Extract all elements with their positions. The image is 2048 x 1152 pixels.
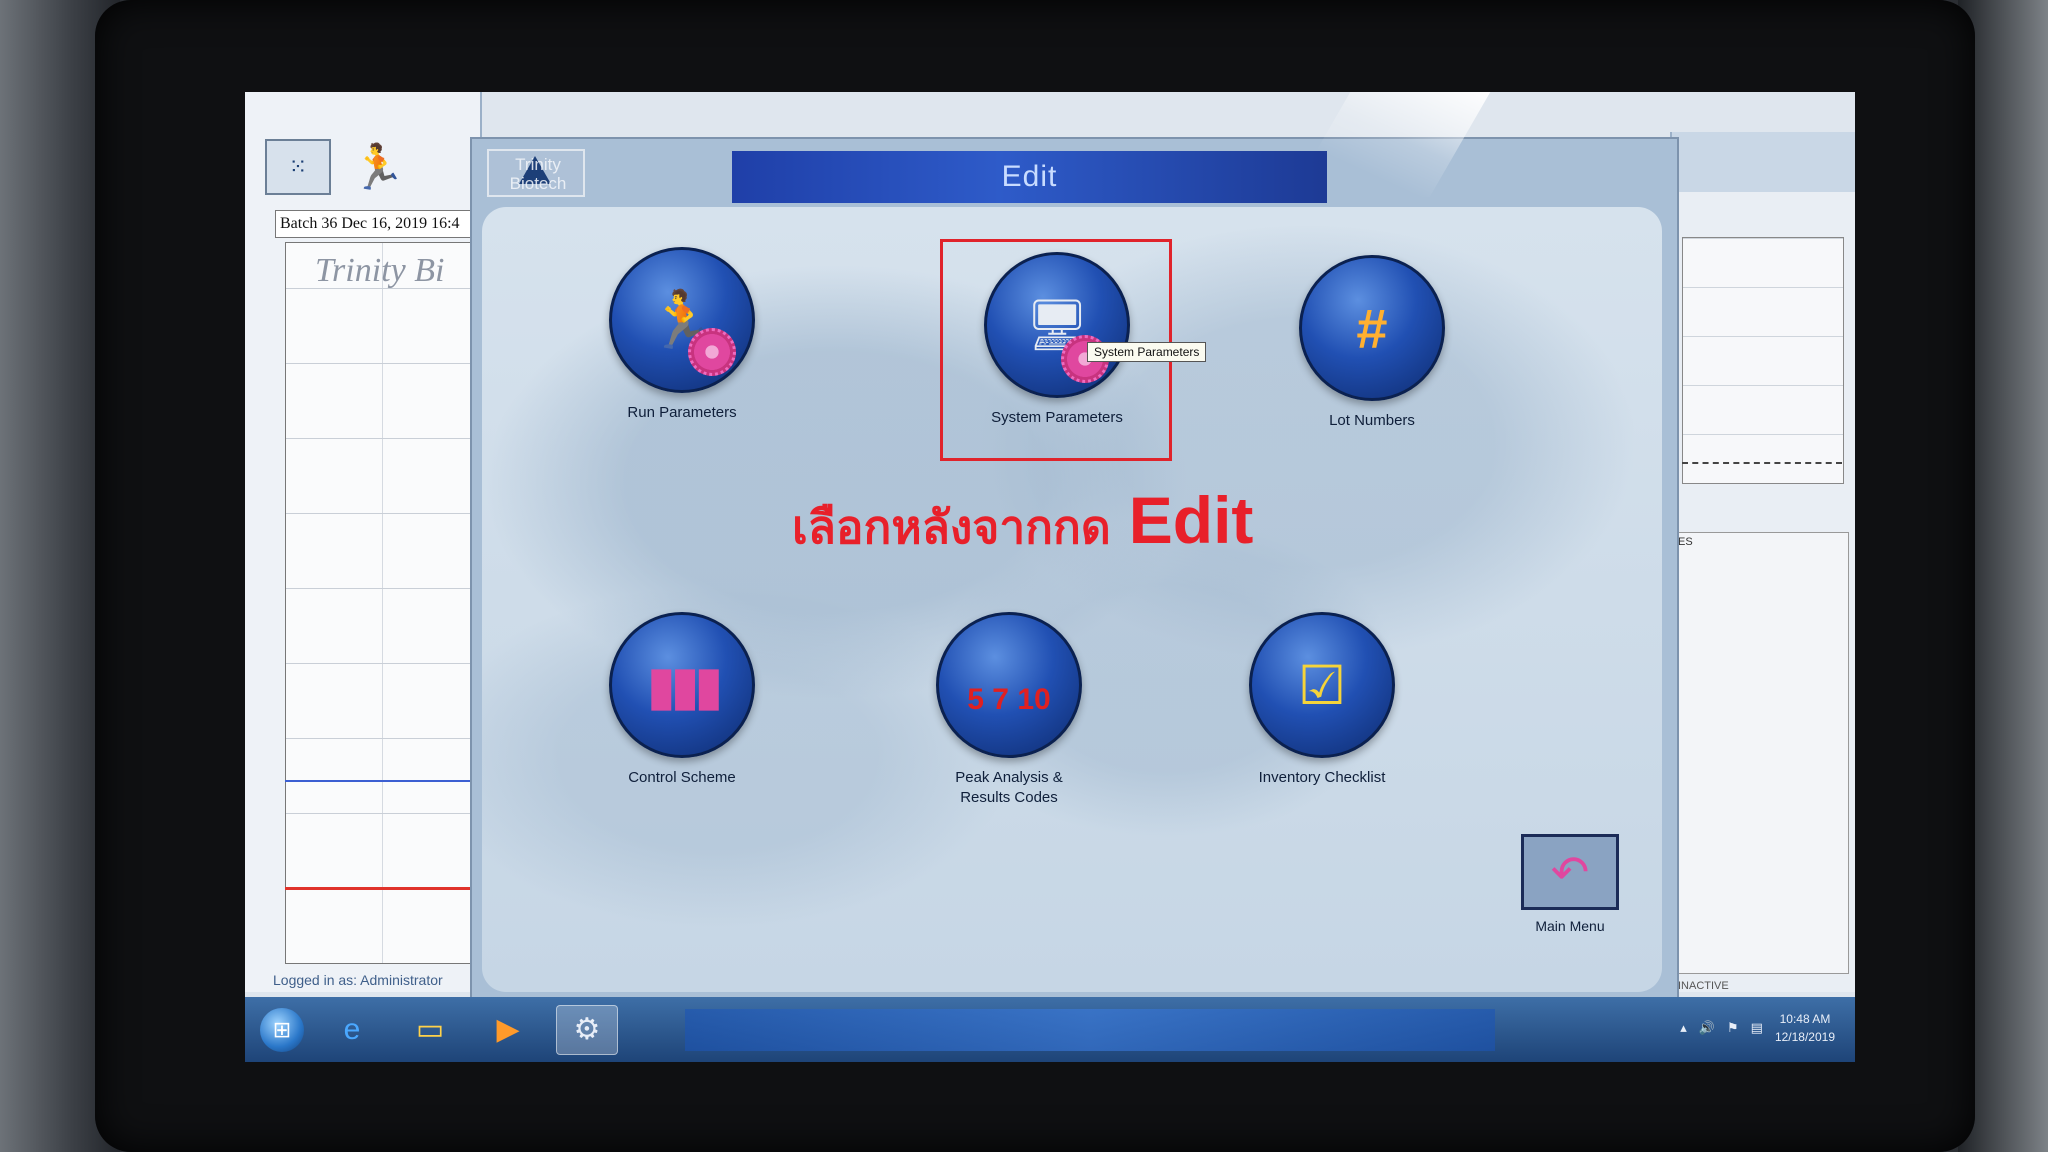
logged-in-status: Logged in as: Administrator bbox=[273, 972, 443, 988]
inventory-checklist-tile[interactable]: ☑ Inventory Checklist bbox=[1227, 612, 1417, 788]
file-explorer-icon[interactable]: ▭ bbox=[400, 1006, 460, 1054]
control-scheme-label: Control Scheme bbox=[628, 769, 736, 786]
brand-watermark: Trinity Bi bbox=[315, 252, 445, 289]
lot-numbers-icon: # bbox=[1299, 255, 1445, 401]
edit-options-panel: 🏃 Run Parameters 🖥 System Parameters # L… bbox=[482, 207, 1662, 992]
media-player-icon[interactable]: ▶ bbox=[478, 1006, 538, 1054]
dialog-title: Edit bbox=[1001, 160, 1058, 193]
control-scheme-tile[interactable]: ▮▮▮ Control Scheme bbox=[587, 612, 777, 788]
dialog-title-bar: Edit bbox=[732, 151, 1327, 203]
main-menu-label: Main Menu bbox=[1535, 918, 1605, 934]
network-icon[interactable]: ▤ bbox=[1751, 1020, 1763, 1036]
run-icon[interactable]: 🏃 bbox=[347, 141, 409, 193]
screen: ⁙ 🏃 Batch 36 Dec 16, 2019 16:4 Trinity B… bbox=[245, 92, 1855, 1062]
return-arrow-icon: ↶ bbox=[1550, 846, 1590, 898]
background-toolbar: ⁙ 🏃 bbox=[265, 132, 475, 202]
background-app-window: ⁙ 🏃 Batch 36 Dec 16, 2019 16:4 Trinity B… bbox=[245, 92, 486, 992]
taskbar-blue-strip bbox=[685, 1009, 1495, 1051]
clock-date: 12/18/2019 bbox=[1774, 1030, 1835, 1044]
logo-text: Trinity Biotech bbox=[509, 155, 567, 193]
tray-up-arrow-icon[interactable]: ▴ bbox=[1680, 1020, 1687, 1036]
taskbar-clock[interactable]: 10:48 AM 12/18/2019 bbox=[1775, 1010, 1835, 1046]
clock-time: 10:48 AM bbox=[1779, 1012, 1831, 1026]
main-menu-icon: ↶ bbox=[1521, 834, 1619, 910]
lot-numbers-tile[interactable]: # Lot Numbers bbox=[1277, 255, 1467, 431]
annotation-thai-text: เลือกหลังจากกด bbox=[792, 500, 1111, 554]
main-menu-button[interactable]: ↶ Main Menu bbox=[1510, 834, 1630, 934]
chart-line-blue bbox=[285, 780, 480, 782]
run-parameters-icon: 🏃 bbox=[609, 247, 755, 393]
windows-taskbar: ⊞ e ▭ ▶ ⚙ ▴ 🔊 ⚑ ▤ 10:48 AM 12/18/2019 bbox=[245, 997, 1855, 1062]
background-right-panel: ES INACTIVE bbox=[1670, 132, 1855, 992]
system-parameters-tooltip: System Parameters bbox=[1087, 342, 1207, 362]
annotation-edit-text: Edit bbox=[1128, 483, 1254, 557]
peak-analysis-tile[interactable]: 5 7 10 Peak Analysis & Results Codes bbox=[914, 612, 1104, 808]
peak-analysis-label: Peak Analysis & Results Codes bbox=[955, 769, 1063, 806]
grid-tool-icon[interactable]: ⁙ bbox=[265, 139, 331, 195]
gear-icon bbox=[688, 328, 736, 376]
inventory-checklist-label: Inventory Checklist bbox=[1258, 769, 1386, 786]
right-panel-dashed-line bbox=[1682, 462, 1842, 464]
right-panel-header bbox=[1672, 132, 1855, 192]
volume-icon[interactable]: 🔊 bbox=[1699, 1020, 1715, 1036]
control-scheme-icon: ▮▮▮ bbox=[609, 612, 755, 758]
run-parameters-tile[interactable]: 🏃 Run Parameters bbox=[587, 247, 777, 423]
batch-label: Batch 36 Dec 16, 2019 16:4 bbox=[275, 210, 486, 238]
trinity-app-taskbar-icon[interactable]: ⚙ bbox=[556, 1004, 618, 1055]
trinity-biotech-logo: Trinity Biotech bbox=[487, 149, 585, 197]
run-parameters-label: Run Parameters bbox=[627, 404, 737, 421]
edit-dialog: Trinity Biotech Edit 🏃 Run Parameters 🖥 bbox=[470, 137, 1679, 1011]
start-button[interactable]: ⊞ bbox=[260, 1007, 304, 1052]
system-tray: ▴ 🔊 ⚑ ▤ 10:48 AM 12/18/2019 bbox=[1680, 1003, 1835, 1053]
thai-annotation: เลือกหลังจากกด Edit bbox=[792, 482, 1253, 564]
internet-explorer-icon[interactable]: e bbox=[322, 1006, 382, 1054]
chart-line-red bbox=[285, 887, 480, 890]
peak-analysis-icon: 5 7 10 bbox=[936, 612, 1082, 758]
right-panel-status: INACTIVE bbox=[1678, 980, 1729, 992]
background-chart bbox=[285, 242, 482, 964]
lot-numbers-label: Lot Numbers bbox=[1329, 412, 1415, 429]
right-panel-list bbox=[1677, 532, 1849, 974]
flag-icon[interactable]: ⚑ bbox=[1727, 1020, 1739, 1036]
right-panel-chart bbox=[1682, 237, 1844, 484]
right-panel-list-label: ES bbox=[1678, 536, 1693, 548]
inventory-checklist-icon: ☑ bbox=[1249, 612, 1395, 758]
